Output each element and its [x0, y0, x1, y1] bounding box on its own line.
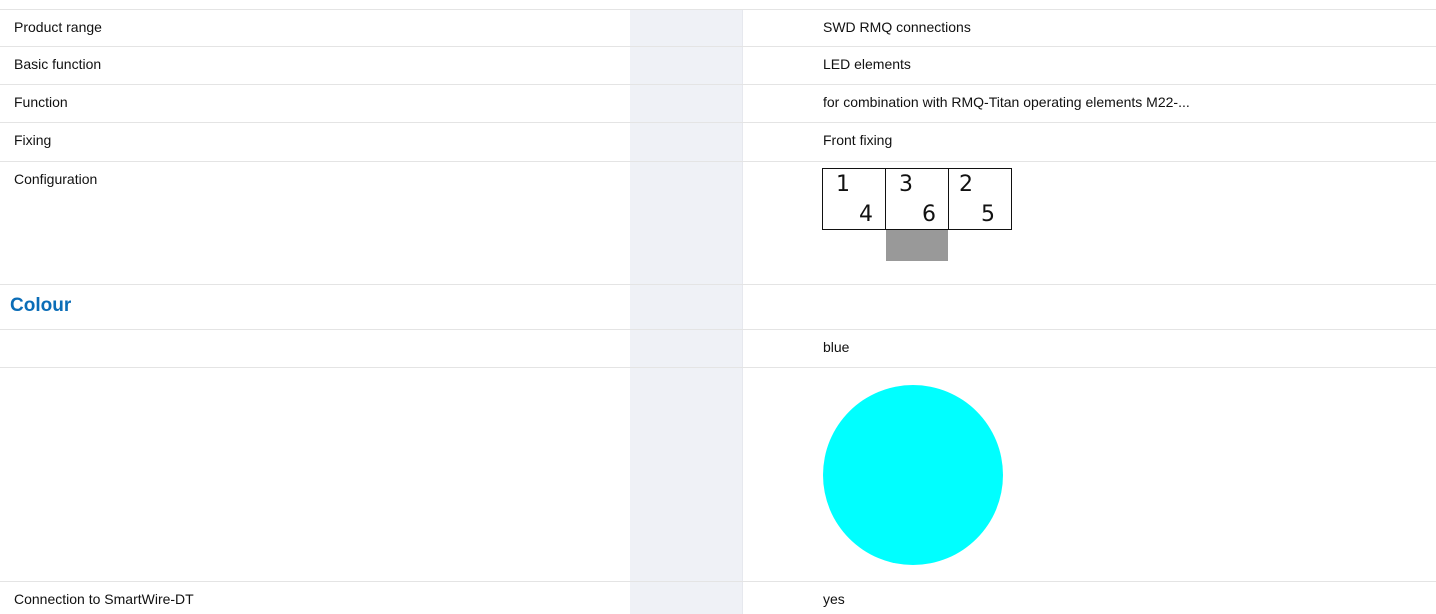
product-spec-table: Product range SWD RMQ connections Basic …	[0, 0, 1436, 614]
spec-row-configuration: Configuration 1 4 3 6 2 5	[0, 161, 1436, 284]
contact-configuration-diagram: 1 4 3 6 2 5	[822, 168, 1012, 264]
spec-label: Connection to SmartWire-DT	[14, 591, 194, 607]
section-row-colour: Colour	[0, 284, 1436, 329]
spec-label: Product range	[14, 19, 102, 35]
section-title: Colour	[10, 295, 72, 316]
contact-number: 2	[959, 172, 973, 197]
contact-number: 4	[859, 202, 873, 227]
spec-label: Configuration	[14, 171, 98, 187]
contact-cell: 3 6	[885, 168, 949, 230]
spec-value: yes	[823, 591, 845, 607]
spec-value: SWD RMQ connections	[823, 19, 971, 35]
spec-row-colour-swatch	[0, 367, 1436, 581]
spec-row-connection: Connection to SmartWire-DT yes	[0, 581, 1436, 614]
spec-value: for combination with RMQ-Titan operating…	[823, 94, 1190, 110]
colour-name: blue	[823, 339, 850, 355]
spec-value: LED elements	[823, 56, 911, 72]
spec-row-fixing: Fixing Front fixing	[0, 122, 1436, 161]
spec-row-colour-name: blue	[0, 329, 1436, 367]
spec-value: Front fixing	[823, 132, 893, 148]
contact-number: 3	[899, 172, 913, 197]
contact-number: 1	[836, 172, 850, 197]
contact-number: 5	[981, 202, 995, 227]
spec-label: Function	[14, 94, 68, 110]
contact-cell: 1 4	[822, 168, 886, 230]
cut-off-heading-strip	[0, 0, 1436, 9]
spec-row-basic-function: Basic function LED elements	[0, 46, 1436, 84]
spec-row-function: Function for combination with RMQ-Titan …	[0, 84, 1436, 122]
contact-cell: 2 5	[948, 168, 1012, 230]
colour-swatch-circle	[823, 385, 1003, 565]
contact-number: 6	[922, 202, 936, 227]
mounting-tab	[886, 230, 948, 261]
spec-label: Basic function	[14, 56, 102, 72]
spec-label: Fixing	[14, 132, 52, 148]
spec-row-product-range: Product range SWD RMQ connections	[0, 9, 1436, 46]
